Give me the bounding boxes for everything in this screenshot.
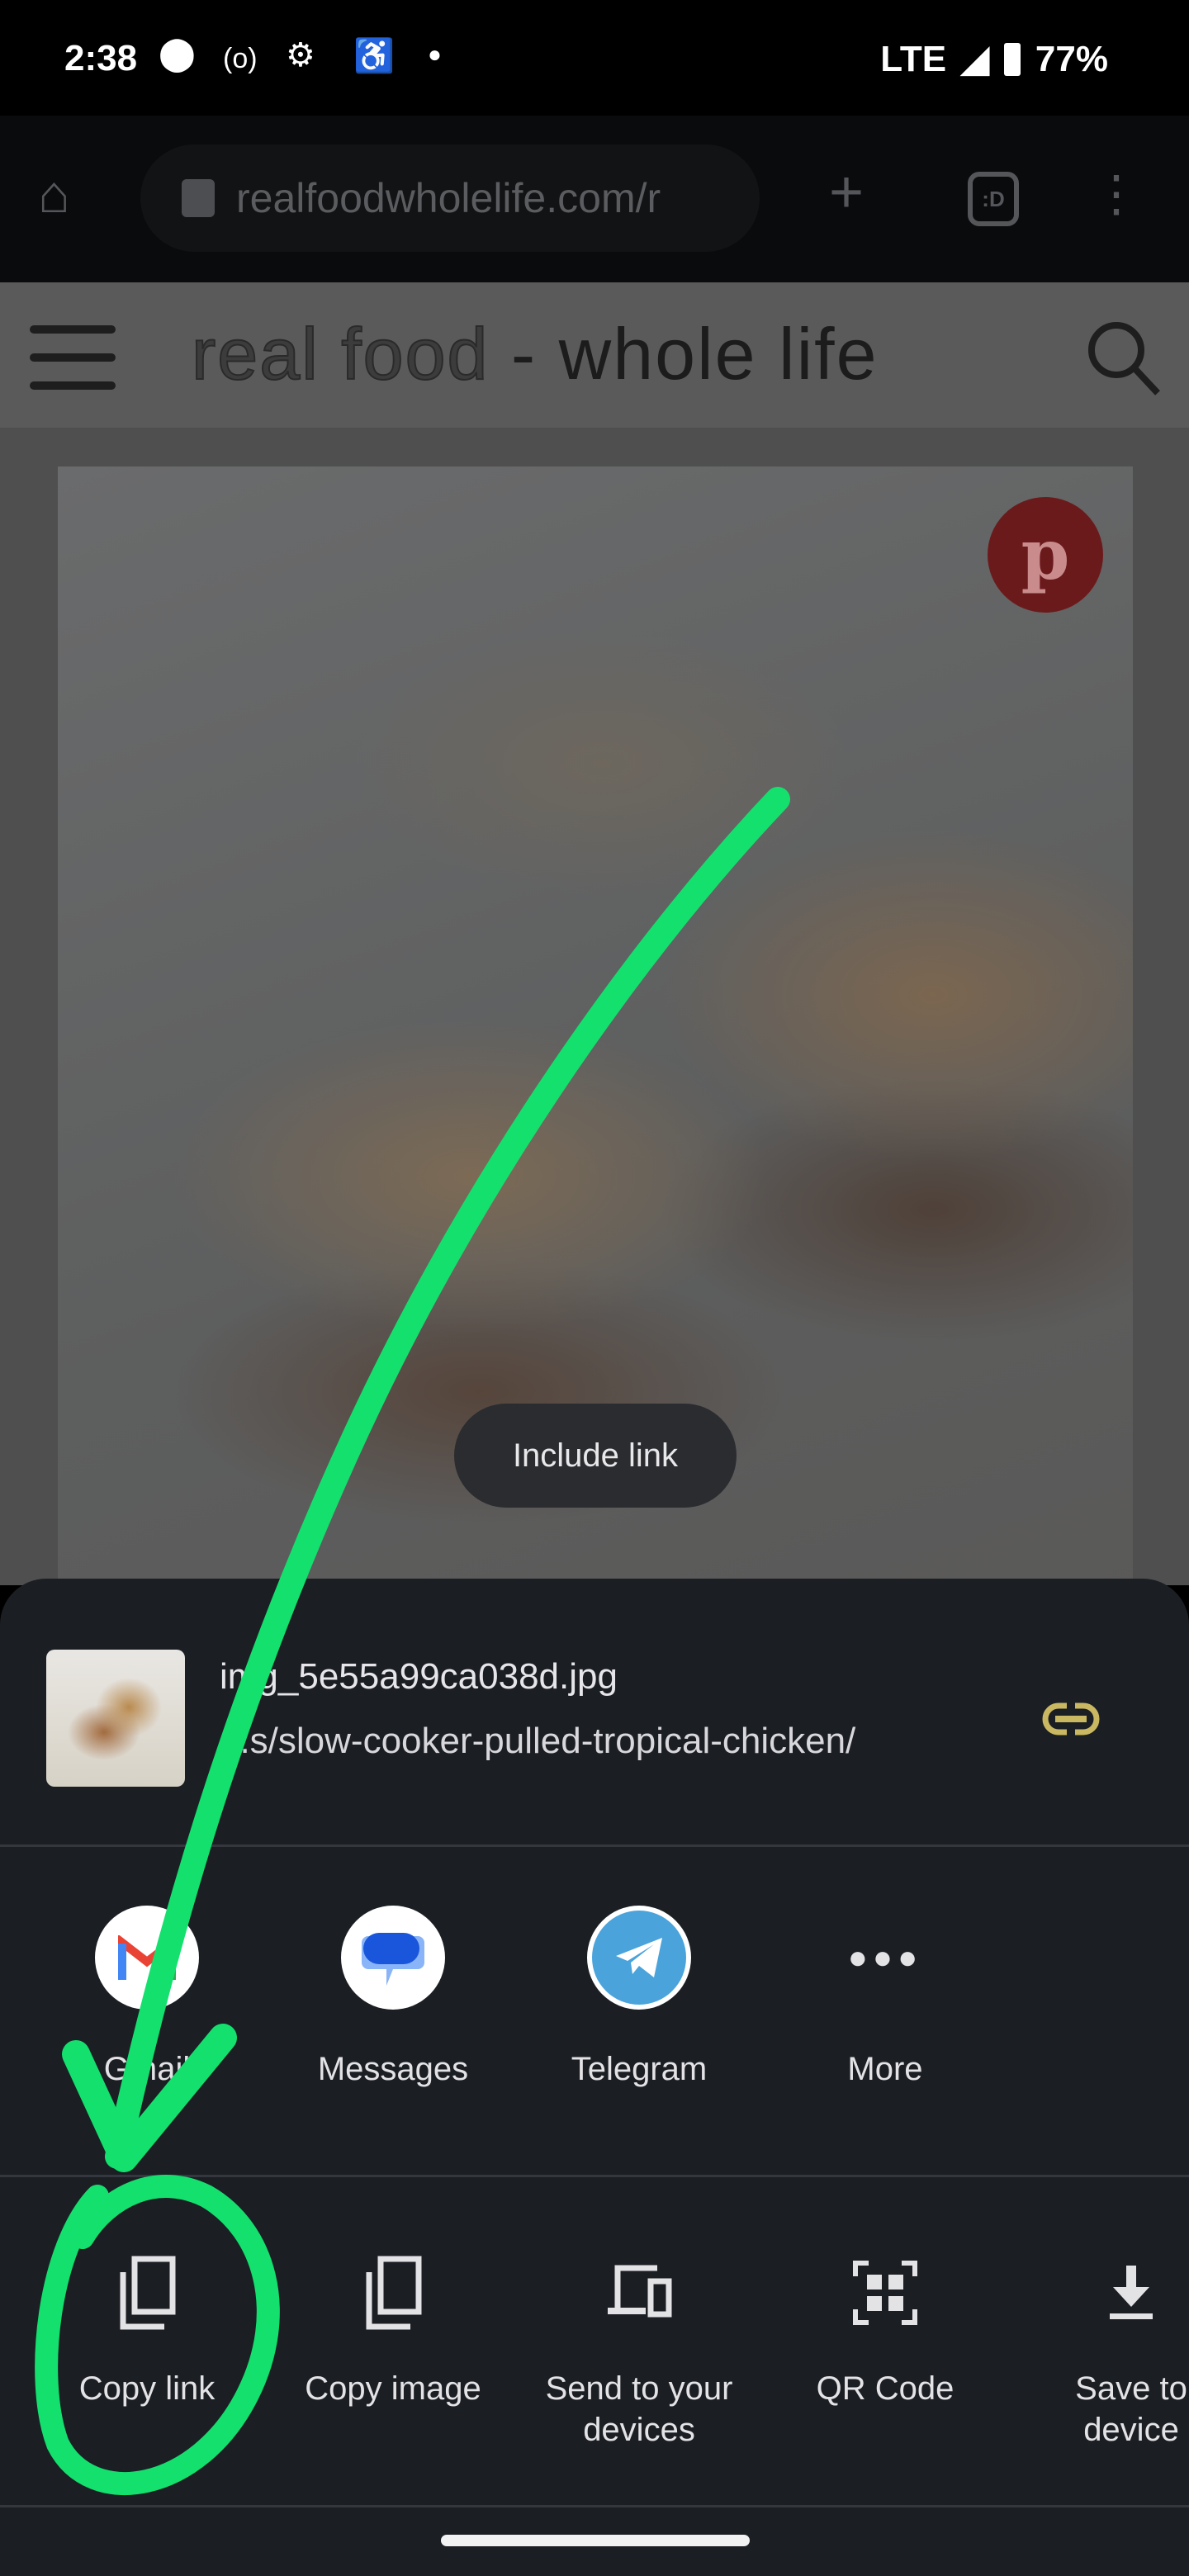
app-label: More [847, 2051, 923, 2087]
browser-toolbar: ⌂ realfoodwholelife.com/r + :D ⋮ [0, 116, 1189, 282]
messages-icon [341, 1906, 445, 2010]
home-gesture-bar[interactable] [441, 2535, 750, 2546]
lock-icon [182, 179, 215, 217]
action-label: Send to your devices [545, 2370, 733, 2448]
signal-icon: ◢ [961, 39, 989, 79]
tab-switcher-icon[interactable]: :D [968, 172, 1019, 226]
battery-icon [1003, 42, 1021, 76]
copy-image-icon [270, 2256, 516, 2330]
page-url: ...s/slow-cooker-pulled-tropical-chicken… [220, 1721, 856, 1761]
action-save-to-device[interactable]: Save to device [1008, 2256, 1189, 2451]
site-header: real food - whole life [0, 282, 1189, 429]
app-more[interactable]: ●●● More [762, 1906, 1008, 2088]
url-text: realfoodwholelife.com/r [236, 175, 661, 221]
battery-level: 77% [1035, 38, 1108, 79]
file-name: img_5e55a99ca038d.jpg [220, 1656, 618, 1697]
dot-icon: ● [428, 41, 442, 67]
app-label: Gmail [103, 2051, 191, 2087]
action-copy-image[interactable]: Copy image [270, 2256, 516, 2409]
android-debug-icon: ⚙ [286, 37, 315, 73]
hotspot-icon: (o) [223, 43, 258, 74]
status-time: 2:38 [64, 38, 138, 78]
action-label: QR Code [816, 2370, 955, 2407]
action-label: Save to device [1075, 2370, 1187, 2448]
accessibility-icon: ♿ [353, 38, 395, 74]
link-icon[interactable] [1042, 1702, 1100, 1735]
home-icon[interactable]: ⌂ [38, 163, 70, 225]
include-link-toast[interactable]: Include link [454, 1404, 737, 1508]
app-gmail[interactable]: Gmail [24, 1906, 270, 2088]
divider [0, 2175, 1189, 2177]
telegram-icon [587, 1906, 691, 2010]
app-messages[interactable]: Messages [270, 1906, 516, 2088]
circle-notification-icon: ⬤ [159, 36, 196, 72]
download-icon [1008, 2256, 1189, 2330]
action-qr-code[interactable]: QR Code [762, 2256, 1008, 2409]
action-copy-link[interactable]: Copy link [24, 2256, 270, 2409]
new-tab-icon[interactable]: + [829, 159, 864, 226]
divider [0, 1844, 1189, 1847]
app-label: Messages [317, 2051, 469, 2087]
share-sheet: img_5e55a99ca038d.jpg ...s/slow-cooker-p… [0, 1579, 1189, 2576]
menu-icon[interactable]: ⋮ [1092, 165, 1141, 223]
more-dots-icon: ●●● [847, 1939, 923, 1976]
network-type: LTE [880, 38, 947, 79]
qr-code-icon [762, 2256, 1008, 2330]
hamburger-icon[interactable] [30, 325, 116, 390]
status-bar: 2:38 ⬤ (o) ⚙ ♿ ● LTE ◢ 77% [0, 0, 1189, 116]
site-logo[interactable]: real food - whole life [191, 312, 879, 396]
image-thumbnail [46, 1650, 185, 1787]
action-label: Copy link [78, 2370, 216, 2407]
action-label: Copy image [305, 2370, 481, 2407]
copy-icon [24, 2256, 270, 2330]
pinterest-button[interactable]: p [988, 497, 1103, 613]
app-label: Telegram [571, 2051, 708, 2087]
gmail-icon [95, 1906, 199, 2010]
logo-dark: - whole life [510, 313, 879, 395]
search-icon[interactable] [1082, 315, 1164, 398]
logo-light: real food [191, 312, 490, 395]
url-bar[interactable]: realfoodwholelife.com/r [140, 144, 760, 252]
app-telegram[interactable]: Telegram [516, 1906, 762, 2088]
action-send-to-devices[interactable]: Send to your devices [516, 2256, 762, 2451]
divider [0, 2505, 1189, 2507]
devices-icon [516, 2256, 762, 2330]
